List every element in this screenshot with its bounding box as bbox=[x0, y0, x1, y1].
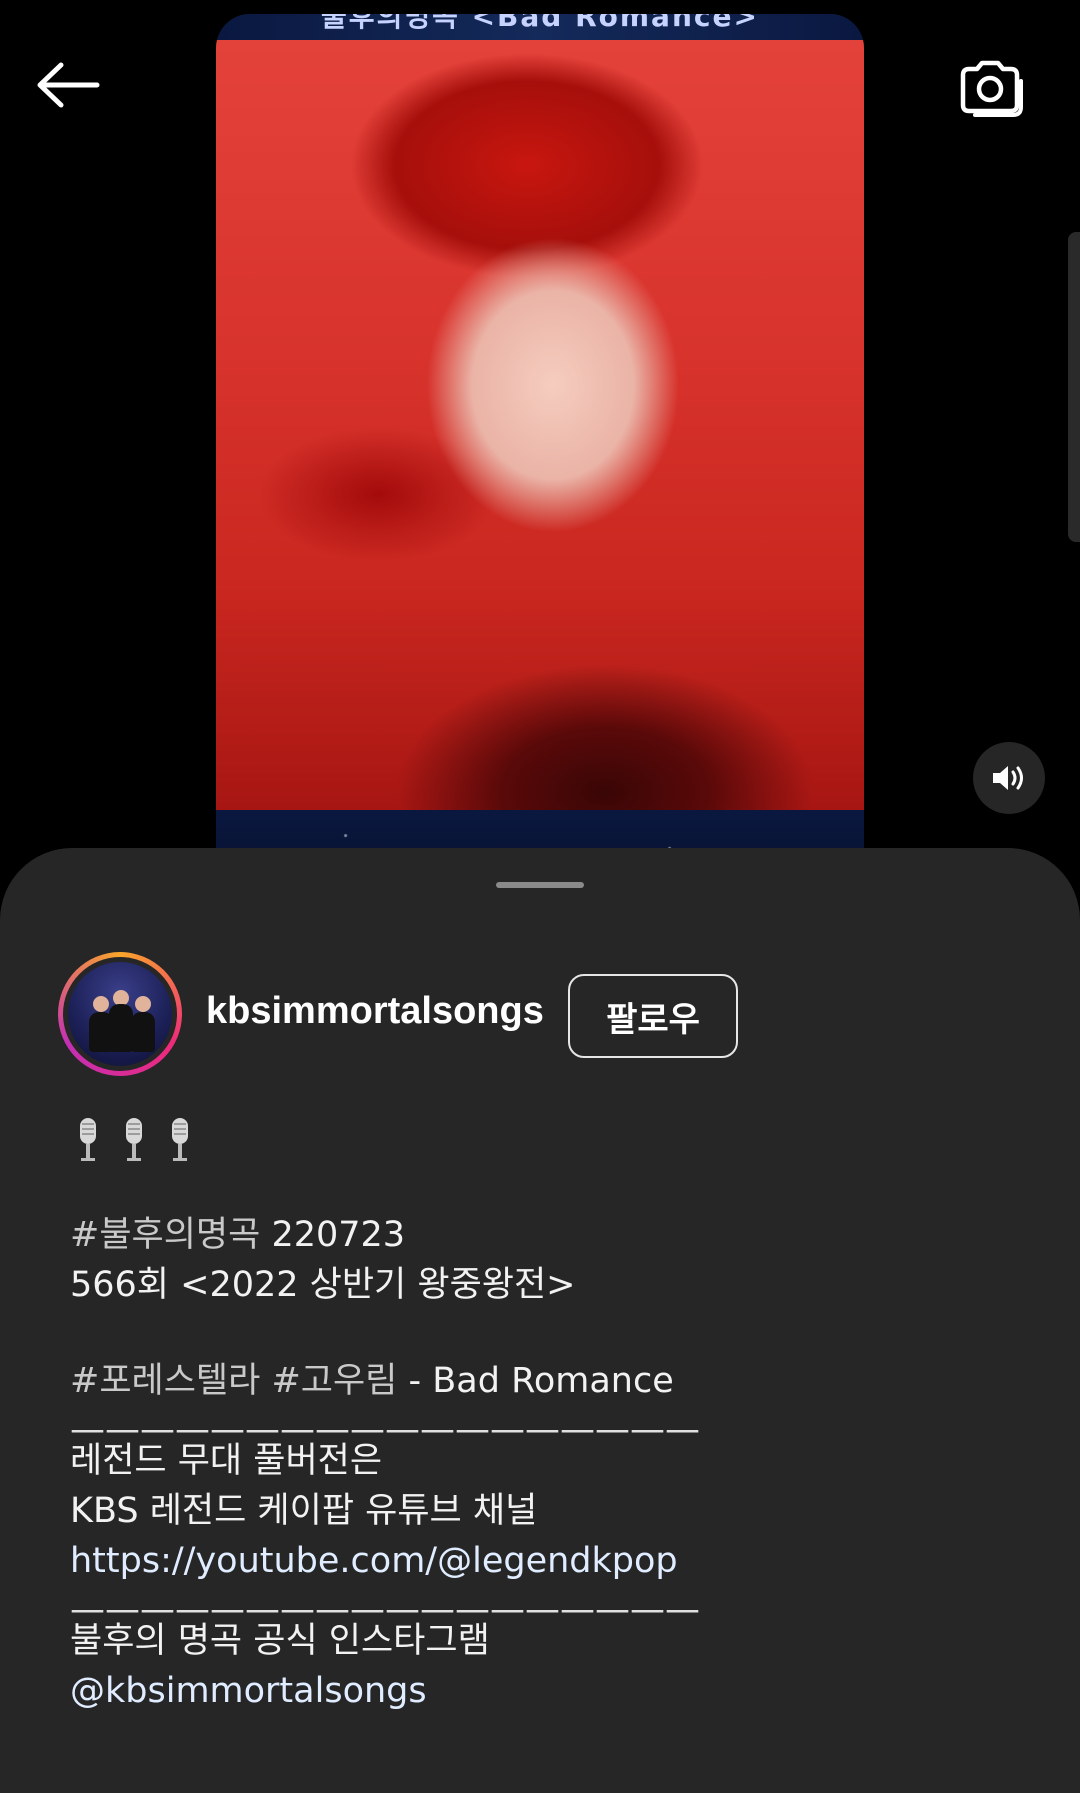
username[interactable]: kbsimmortalsongs bbox=[206, 990, 544, 1033]
follow-button[interactable]: 팔로우 bbox=[568, 974, 738, 1058]
hashtag-link[interactable]: #불후의명곡 bbox=[70, 1211, 260, 1259]
camera-icon bbox=[960, 60, 1023, 117]
caption-text: 불후의 명곡 공식 인스타그램 bbox=[70, 1621, 490, 1661]
video-banner-top: 불후의명곡 <Bad Romance> bbox=[216, 14, 864, 40]
arrow-left-icon bbox=[37, 62, 100, 108]
camera-button[interactable] bbox=[954, 52, 1026, 124]
microphone-icon bbox=[70, 1114, 106, 1166]
caption-text: 220723 bbox=[260, 1215, 406, 1255]
post-caption: #불후의명곡 220723 566회 <2022 상반기 왕중왕전> #포레스텔… bbox=[70, 1110, 1020, 1716]
caption-divider: —————————————————— bbox=[70, 1410, 700, 1436]
avatar bbox=[68, 962, 172, 1066]
sheet-drag-handle[interactable] bbox=[496, 882, 584, 888]
hashtag-link[interactable]: #포레스텔라 #고우림 bbox=[70, 1357, 397, 1405]
back-button[interactable] bbox=[30, 52, 104, 118]
profile-row: kbsimmortalsongs 팔로우 bbox=[58, 952, 1038, 1076]
mention-link[interactable]: @legendkpop bbox=[437, 1537, 678, 1585]
caption-text: 레전드 무대 풀버전은 bbox=[70, 1441, 383, 1481]
microphone-icon bbox=[116, 1114, 152, 1166]
video-frame-image bbox=[216, 40, 864, 824]
scroll-handle[interactable] bbox=[1068, 232, 1080, 542]
mic-emojis bbox=[70, 1110, 1020, 1170]
caption-url-text[interactable]: https://youtube.com/ bbox=[70, 1537, 437, 1585]
caption-text: KBS 레전드 케이팝 유튜브 채널 bbox=[70, 1491, 538, 1531]
caption-text: 566회 <2022 상반기 왕중왕전> bbox=[70, 1265, 576, 1305]
post-details-sheet: kbsimmortalsongs 팔로우 #불후의명곡 220723 566회 … bbox=[0, 848, 1080, 1793]
story-ring[interactable] bbox=[58, 952, 182, 1076]
volume-on-icon bbox=[993, 766, 1023, 790]
mention-link[interactable]: @kbsimmortalsongs bbox=[70, 1667, 427, 1715]
reel-video[interactable]: 불후의명곡 <Bad Romance> bbox=[216, 14, 864, 874]
volume-button[interactable] bbox=[973, 742, 1045, 814]
caption-divider: —————————————————— bbox=[70, 1590, 700, 1616]
caption-text: - Bad Romance bbox=[397, 1361, 674, 1401]
video-viewer: 불후의명곡 <Bad Romance> bbox=[0, 0, 1080, 874]
microphone-icon bbox=[162, 1114, 198, 1166]
